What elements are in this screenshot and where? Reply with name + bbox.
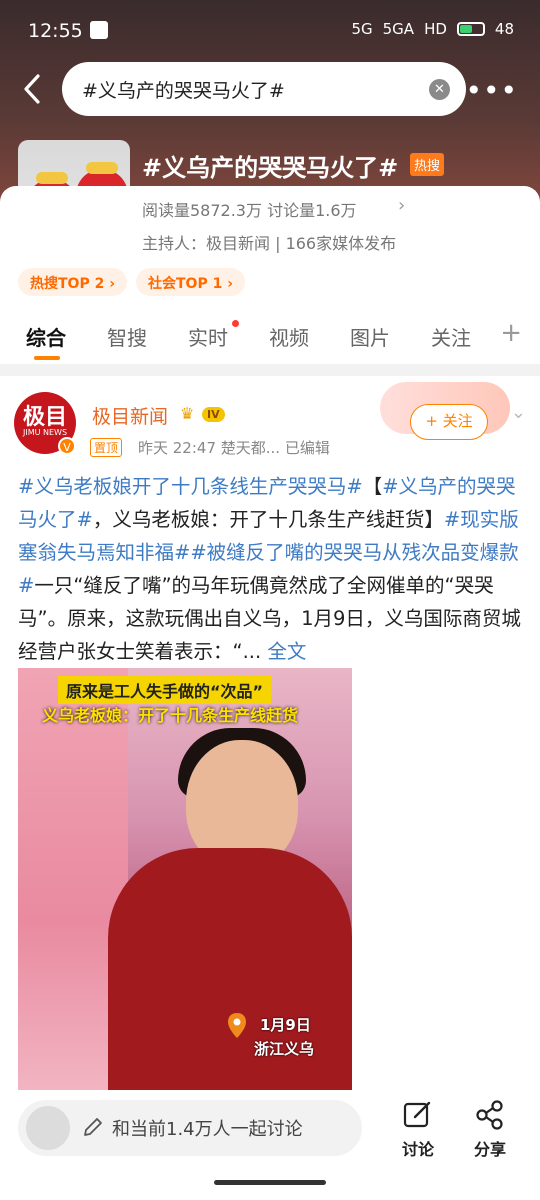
video-caption-top: 原来是工人失手做的“次品” xyxy=(58,676,272,704)
topic-title: #义乌产的哭哭马火了# xyxy=(142,154,399,182)
level-badge: IV xyxy=(202,407,225,422)
topic-host: 主持人：极目新闻 | 166家媒体发布 xyxy=(142,234,397,253)
red-coat xyxy=(108,848,352,1090)
verified-icon: V xyxy=(58,437,76,455)
more-options-icon[interactable]: ••• xyxy=(465,74,518,107)
video-date: 1月9日 xyxy=(260,1016,311,1034)
comment-input[interactable]: 和当前1.4万人一起讨论 xyxy=(18,1100,362,1156)
tab-smart-search[interactable]: 智搜 xyxy=(107,322,147,351)
chevron-left-icon xyxy=(24,74,40,104)
share-button[interactable]: 分享 xyxy=(460,1098,520,1160)
back-button[interactable] xyxy=(18,72,48,106)
post-text: #义乌老板娘开了十几条线生产哭哭马#【#义乌产的哭哭马火了#，义乌老板娘：开了十… xyxy=(18,470,524,668)
society-rank-pill[interactable]: 社会TOP 1 › xyxy=(136,268,245,296)
topic-stats[interactable]: 阅读量5872.3万 讨论量1.6万 xyxy=(142,197,357,221)
post-text-segment: ，义乌老板娘：开了十几条生产线赶货】 xyxy=(92,508,444,531)
home-indicator[interactable] xyxy=(214,1180,326,1185)
discuss-button[interactable]: 讨论 xyxy=(388,1098,448,1160)
read-more-link[interactable]: 全文 xyxy=(267,640,306,663)
share-label: 分享 xyxy=(473,1140,506,1159)
tab-bar: 综合 智搜 实时 视频 图片 关注 xyxy=(0,312,540,362)
chevron-down-icon[interactable]: ⌄ xyxy=(511,402,526,423)
user-avatar xyxy=(26,1106,70,1150)
tab-comprehensive[interactable]: 综合 xyxy=(26,322,66,351)
tab-following[interactable]: 关注 xyxy=(431,322,471,351)
status-time: 12:55 xyxy=(28,20,83,42)
hot-badge: 热搜 xyxy=(410,153,445,176)
comment-placeholder: 和当前1.4万人一起讨论 xyxy=(112,1119,303,1140)
post-meta: 昨天 22:47 楚天都... 已编辑 xyxy=(138,439,330,457)
follow-button[interactable]: + 关注 xyxy=(410,404,488,440)
search-query: #义乌产的哭哭马火了# xyxy=(82,79,285,102)
location-pin-icon xyxy=(228,1013,246,1038)
avatar-text: 极目 xyxy=(22,405,67,430)
hot-rank-pill[interactable]: 热搜TOP 2 › xyxy=(18,268,127,296)
battery-icon xyxy=(456,22,485,36)
signal-5g: 5G xyxy=(351,20,373,38)
post-text-segment: 【 xyxy=(362,475,383,498)
video-place: 浙江义乌 xyxy=(254,1040,315,1058)
share-icon xyxy=(476,1100,503,1130)
video-caption-sub: 义乌老板娘：开了十几条生产线赶货 xyxy=(42,706,299,725)
tab-realtime[interactable]: 实时 xyxy=(188,322,228,351)
twitter-icon xyxy=(90,21,108,39)
pencil-icon xyxy=(84,1118,102,1136)
add-tab-icon[interactable]: + xyxy=(500,318,522,348)
status-bar: 12:55 5G 5GA HD 48 xyxy=(0,0,540,62)
tab-video[interactable]: 视频 xyxy=(269,322,309,351)
tab-images[interactable]: 图片 xyxy=(350,322,390,351)
battery-level: 48 xyxy=(494,20,514,38)
section-divider xyxy=(0,364,540,376)
hashtag-link[interactable]: #义乌老板娘开了十几条线生产哭哭马# xyxy=(18,475,363,498)
discuss-label: 讨论 xyxy=(401,1140,434,1159)
clear-icon[interactable]: ✕ xyxy=(429,79,450,100)
pinned-badge: 置顶 xyxy=(90,438,123,457)
author-name[interactable]: 极目新闻 xyxy=(92,402,168,429)
hd-label: HD xyxy=(424,20,447,38)
chevron-right-icon[interactable]: › xyxy=(398,195,405,216)
edit-square-icon xyxy=(403,1101,431,1128)
status-icons: 5G 5GA HD 48 xyxy=(351,20,514,38)
search-input[interactable]: #义乌产的哭哭马火了# ✕ xyxy=(62,62,466,116)
active-tab-indicator xyxy=(34,356,60,360)
signal-5ga: 5GA xyxy=(382,20,415,38)
post-video[interactable]: 原来是工人失手做的“次品” 义乌老板娘：开了十几条生产线赶货 1月9日 浙江义乌 xyxy=(18,668,352,1090)
crown-icon: ♛ xyxy=(180,404,195,423)
notification-dot xyxy=(232,320,239,327)
